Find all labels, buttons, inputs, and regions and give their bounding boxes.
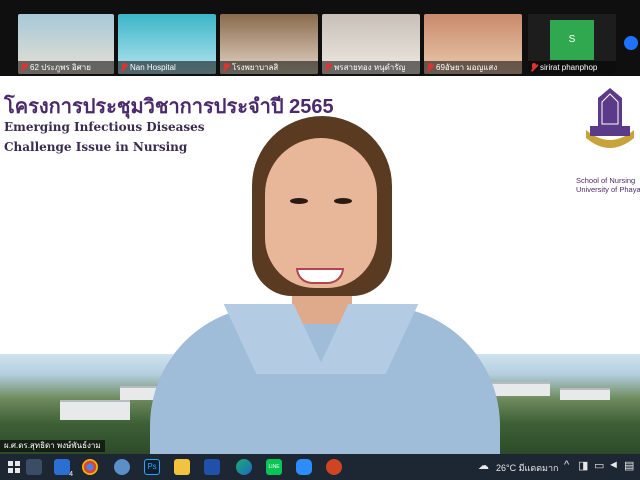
- participant-tile[interactable]: Nan Hospital: [118, 14, 216, 74]
- muted-mic-icon: [120, 63, 128, 72]
- slide-subtitle-line1: Emerging Infectious Diseases: [4, 120, 205, 134]
- university-name: University of Phayao: [576, 185, 640, 194]
- participant-name: 69อัษยา มอญแสง: [436, 63, 498, 72]
- muted-mic-icon: [20, 63, 28, 72]
- university-logo: [586, 88, 634, 148]
- participant-name: sirirat phanphop: [540, 63, 598, 72]
- globe-icon[interactable]: [114, 459, 130, 475]
- participant-name: พรสายทอง หนุดำรัญ: [334, 63, 406, 72]
- edge-icon[interactable]: [236, 459, 252, 475]
- weather-icon: ☁: [478, 460, 489, 472]
- slide-subtitle-line2: Challenge Issue in Nursing: [4, 140, 188, 154]
- keyboard-icon[interactable]: ▤: [624, 459, 634, 472]
- app-icon[interactable]: [204, 459, 220, 475]
- chrome-icon[interactable]: [82, 459, 98, 475]
- file-explorer-icon[interactable]: [174, 459, 190, 475]
- mail-badge: 4: [69, 471, 73, 478]
- line-icon[interactable]: LINE: [266, 459, 282, 475]
- battery-icon[interactable]: ▭: [594, 459, 604, 472]
- volume-icon[interactable]: ◄: [608, 459, 619, 471]
- muted-mic-icon: [426, 63, 434, 72]
- presenter-name: ผ.ศ.ดร.สุทธิดา พงษ์พันธ์งาม: [0, 440, 105, 452]
- mail-icon[interactable]: 4: [54, 459, 73, 478]
- weather-status[interactable]: 26°C มีแดดมาก: [496, 461, 558, 475]
- powerpoint-icon[interactable]: [326, 459, 342, 475]
- participant-tile[interactable]: พรสายทอง หนุดำรัญ: [322, 14, 420, 74]
- participant-tile[interactable]: S sirirat phanphop: [528, 14, 616, 74]
- slide-title: โครงการประชุมวิชาการประจำปี 2565: [4, 96, 334, 118]
- photoshop-icon[interactable]: Ps: [144, 459, 160, 475]
- participant-tile[interactable]: 69อัษยา มอญแสง: [424, 14, 522, 74]
- shared-screen: โครงการประชุมวิชาการประจำปี 2565 Emergin…: [0, 76, 640, 454]
- next-page-button[interactable]: [624, 36, 638, 50]
- participant-name: 62 ประภูพร อิศาย: [30, 63, 91, 72]
- search-icon[interactable]: [26, 459, 42, 475]
- taskbar: 4 Ps LINE ☁ 26°C มีแดดมาก ^ ◨ ▭ ◄ ▤: [0, 454, 640, 480]
- participant-name: Nan Hospital: [130, 63, 176, 72]
- windows-start-icon[interactable]: [6, 459, 22, 475]
- muted-mic-icon: [222, 63, 230, 72]
- chevron-up-icon[interactable]: ^: [564, 459, 569, 471]
- zoom-icon[interactable]: [296, 459, 312, 475]
- participant-tile[interactable]: โรงพยาบาลสิ: [220, 14, 318, 74]
- network-icon[interactable]: ◨: [578, 459, 588, 472]
- participant-strip: 62 ประภูพร อิศาย Nan Hospital โรงพยาบาลส…: [0, 0, 640, 76]
- muted-mic-icon: [324, 63, 332, 72]
- muted-mic-icon: [530, 63, 538, 72]
- participant-name: โรงพยาบาลสิ: [232, 63, 279, 72]
- school-name: School of Nursing: [576, 176, 636, 185]
- participant-tile[interactable]: 62 ประภูพร อิศาย: [18, 14, 114, 74]
